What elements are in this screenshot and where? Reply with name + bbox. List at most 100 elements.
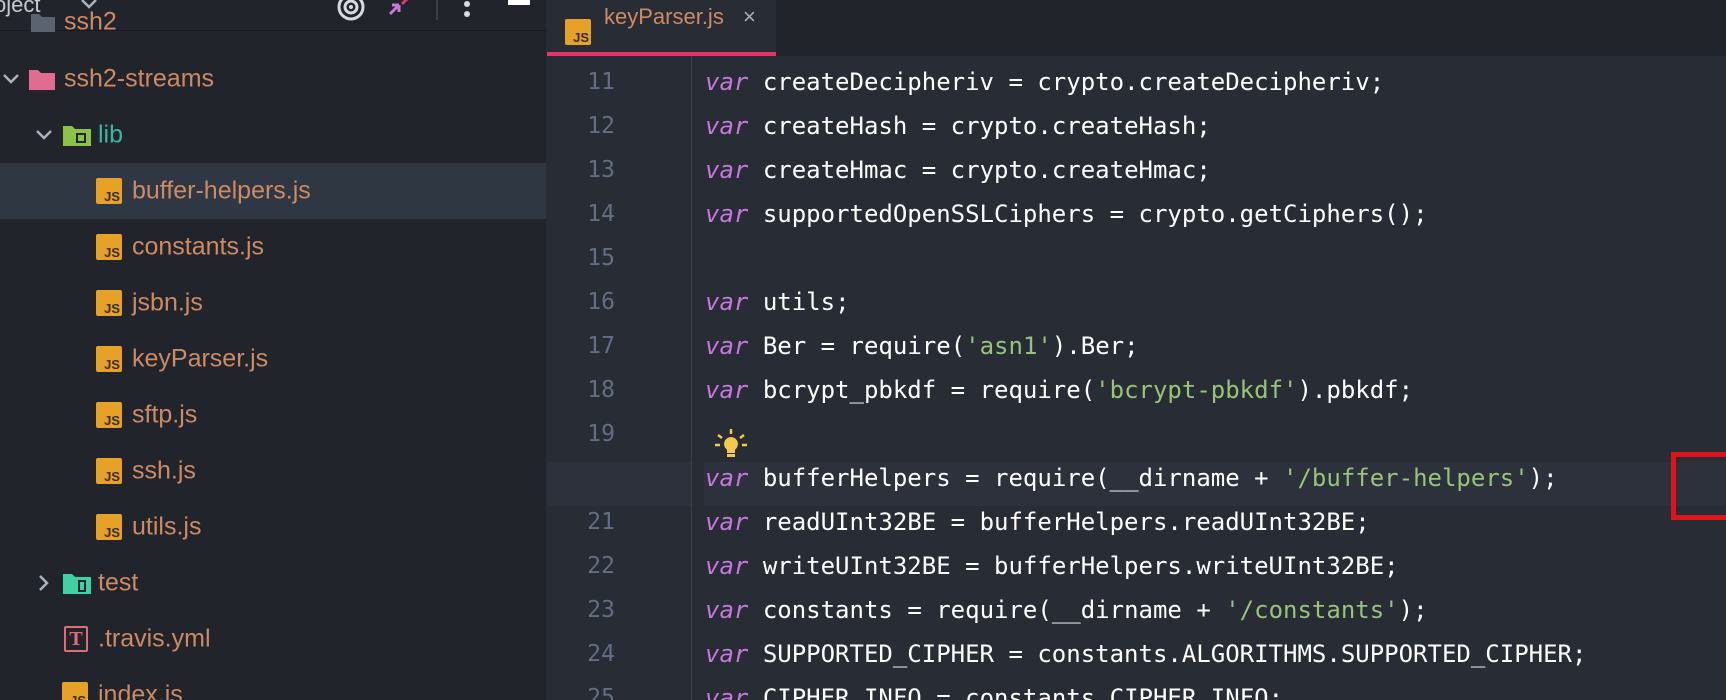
code-line[interactable]: var constants = require(__dirname + '/co…	[705, 596, 1428, 624]
code-punct: +	[1254, 464, 1269, 492]
chevron-right-icon[interactable]	[38, 574, 50, 592]
code-editor[interactable]: JS keyParser.js × 1112131415161718192021…	[547, 0, 1726, 700]
gutter-divider	[691, 56, 692, 700]
chevron-down-icon[interactable]	[2, 73, 20, 85]
code-punct: =	[1008, 68, 1023, 96]
code-punct: )	[1297, 376, 1312, 404]
line-number: 21	[587, 509, 615, 535]
tree-item-ssh[interactable]: JS ssh.js	[0, 443, 546, 499]
js-file-icon: JS	[96, 234, 122, 260]
code-identifier: Ber	[1080, 332, 1125, 360]
js-file-icon: JS	[96, 402, 122, 428]
code-line[interactable]: var createHmac = crypto.createHmac;	[705, 156, 1211, 184]
code-punct: ;	[1196, 156, 1211, 184]
code-identifier: createHash	[1051, 112, 1197, 140]
tree-item-lib[interactable]: lib	[0, 107, 546, 163]
code-keyword: var	[705, 464, 749, 492]
lightbulb-icon[interactable]	[714, 428, 748, 462]
tree-item-constants[interactable]: JS constants.js	[0, 219, 546, 275]
tree-item-ssh2[interactable]: ssh2	[0, 0, 546, 50]
line-number: 23	[587, 597, 615, 623]
js-file-icon: JS	[62, 682, 88, 700]
code-punct: ;	[1413, 596, 1428, 624]
code-punct: ;	[1124, 332, 1139, 360]
code-string: '/constants'	[1225, 596, 1399, 624]
code-identifier: crypto	[950, 112, 1038, 140]
code-keyword: var	[705, 596, 749, 624]
code-punct: .	[1181, 552, 1197, 580]
tab-keyparser[interactable]: JS keyParser.js ×	[547, 0, 776, 56]
code-keyword: var	[705, 68, 749, 96]
line-number: 22	[587, 553, 615, 579]
code-punct: =	[921, 156, 937, 184]
code-punct: ;	[1543, 464, 1558, 492]
js-file-icon: JS	[96, 290, 122, 316]
close-icon[interactable]: ×	[743, 4, 756, 30]
tree-item-travis-yml[interactable]: T .travis.yml	[0, 611, 546, 667]
code-line[interactable]: var CIPHER_INFO = constants.CIPHER_INFO;	[705, 684, 1283, 700]
code-identifier: constants	[762, 596, 893, 624]
code-punct: =	[907, 596, 922, 624]
code-identifier: require	[936, 596, 1038, 624]
code-keyword: var	[705, 684, 749, 700]
code-punct: =	[1109, 200, 1125, 228]
code-line[interactable]: var createDecipheriv = crypto.createDeci…	[705, 68, 1384, 96]
code-keyword: var	[705, 288, 749, 316]
code-identifier: readUInt32BE	[762, 508, 937, 536]
code-identifier: constants	[1037, 640, 1168, 668]
js-file-icon: JS	[96, 346, 122, 372]
tree-item-ssh2-streams[interactable]: ssh2-streams	[0, 51, 546, 107]
code-identifier: require	[994, 464, 1096, 492]
code-punct: ;	[1413, 200, 1428, 228]
project-sidebar: oject ssh2 ssh2-streams lib JS buffer-he…	[0, 0, 546, 700]
code-line[interactable]: var bcrypt_pbkdf = require('bcrypt-pbkdf…	[705, 376, 1413, 404]
code-punct: =	[820, 332, 836, 360]
tree-item-buffer-helpers[interactable]: JS buffer-helpers.js	[0, 163, 546, 219]
tree-label: index.js	[98, 680, 183, 700]
tree-item-keyparser[interactable]: JS keyParser.js	[0, 331, 546, 387]
code-punct: .	[1066, 332, 1081, 360]
tree-item-test[interactable]: test	[0, 555, 546, 611]
code-line[interactable]: var createHash = crypto.createHash;	[705, 112, 1211, 140]
code-line[interactable]: var supportedOpenSSLCiphers = crypto.get…	[705, 200, 1428, 228]
tree-label: keyParser.js	[132, 344, 269, 373]
tree-item-jsbn[interactable]: JS jsbn.js	[0, 275, 546, 331]
code-string: 'asn1'	[965, 332, 1052, 360]
code-line[interactable]: var Ber = require('asn1').Ber;	[705, 332, 1139, 360]
code-keyword: var	[705, 640, 749, 668]
code-punct: .	[1095, 684, 1110, 700]
code-punct: .	[1037, 156, 1052, 184]
code-line[interactable]: var writeUInt32BE = bufferHelpers.writeU…	[705, 552, 1399, 580]
code-punct: ;	[1196, 112, 1211, 140]
line-number: 25	[587, 685, 615, 700]
tree-label: ssh.js	[132, 456, 196, 485]
tree-item-sftp[interactable]: JS sftp.js	[0, 387, 546, 443]
current-line-gutter	[547, 462, 691, 506]
code-identifier: bcrypt_pbkdf	[762, 376, 937, 404]
code-identifier: supportedOpenSSLCiphers	[762, 200, 1096, 228]
code-keyword: var	[705, 508, 749, 536]
code-punct: )	[1051, 332, 1067, 360]
tree-item-index[interactable]: JS index.js	[0, 667, 546, 700]
code-punct: .	[1167, 640, 1182, 668]
chevron-down-icon[interactable]	[35, 129, 53, 141]
tree-item-utils[interactable]: JS utils.js	[0, 499, 546, 555]
code-identifier: createDecipheriv	[1138, 68, 1370, 96]
code-line[interactable]: var readUInt32BE = bufferHelpers.readUIn…	[705, 508, 1370, 536]
code-line[interactable]: var bufferHelpers = require(__dirname + …	[705, 464, 1558, 492]
code-identifier: __dirname	[1109, 464, 1240, 492]
tab-label: keyParser.js	[604, 4, 724, 29]
code-identifier: createDecipheriv	[762, 68, 994, 96]
code-line[interactable]: var SUPPORTED_CIPHER = constants.ALGORIT…	[705, 640, 1586, 668]
code-line[interactable]: var utils;	[705, 288, 850, 316]
